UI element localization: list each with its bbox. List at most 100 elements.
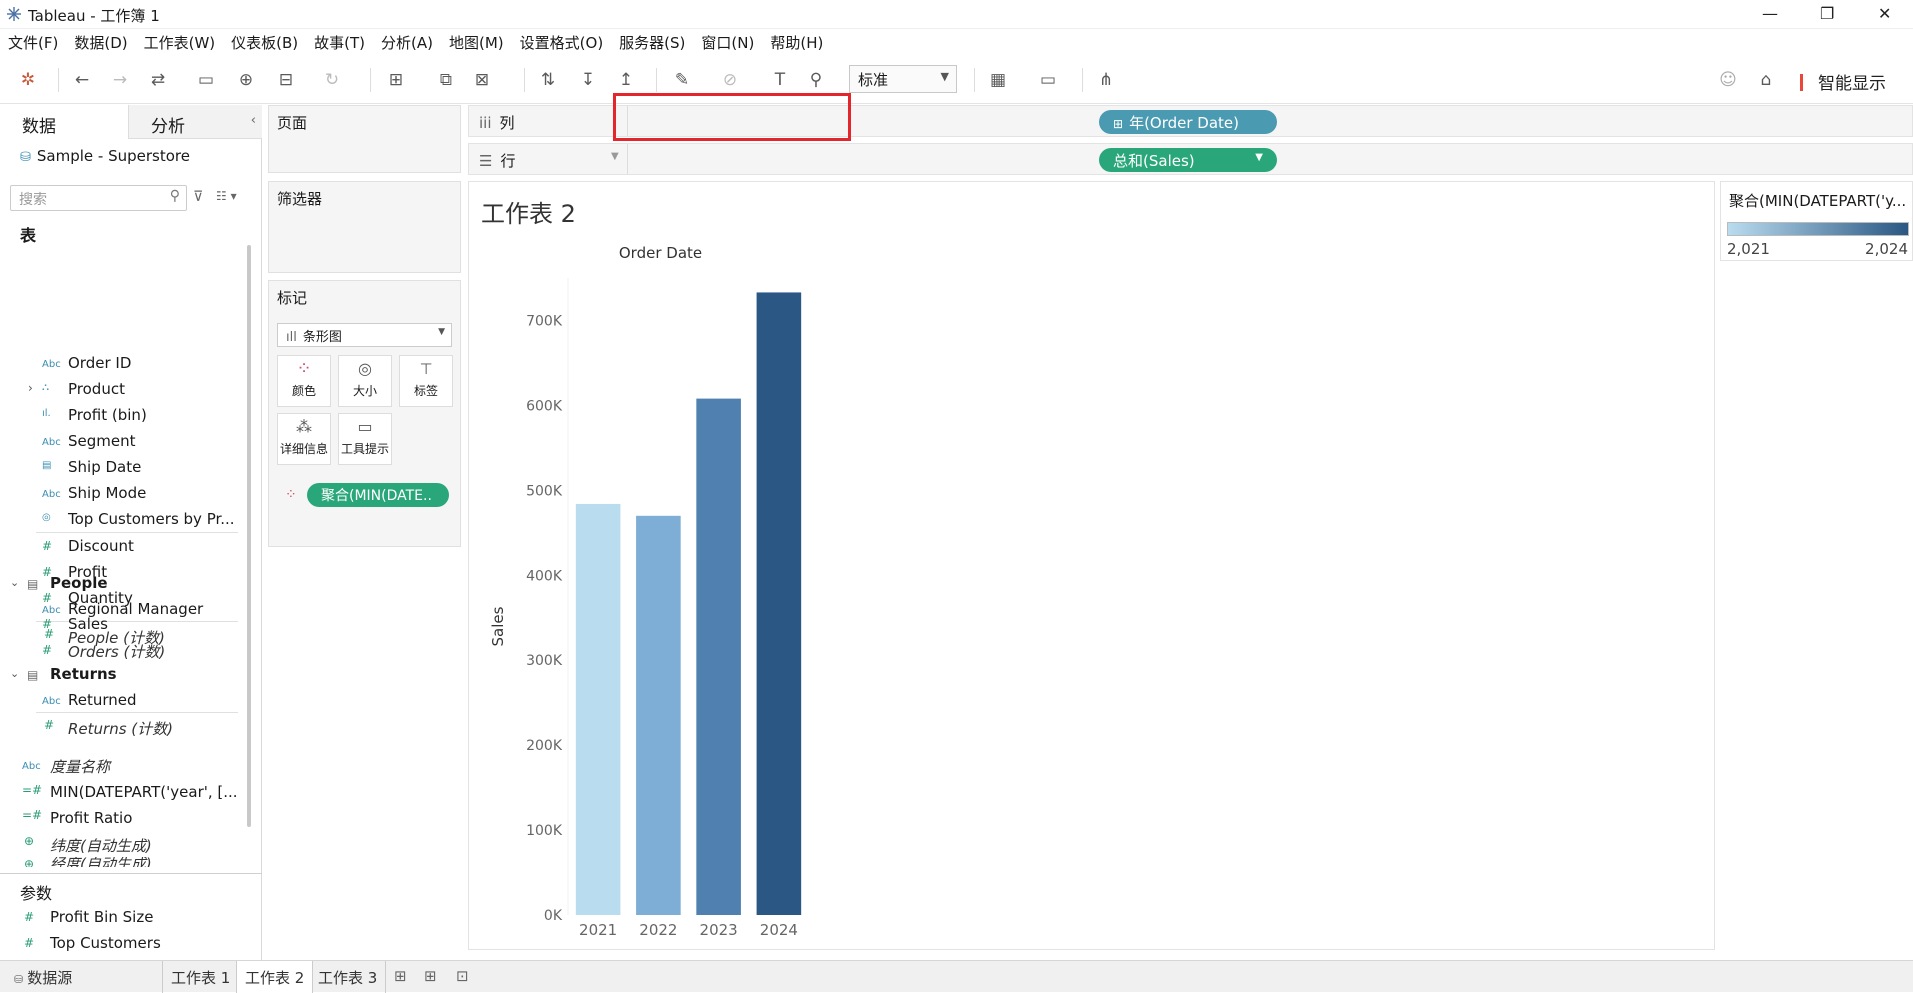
field-min-datepart[interactable]: MIN(DATEPART('year', [...	[50, 783, 238, 801]
menu-format[interactable]: 设置格式(O)	[512, 29, 612, 55]
collapse-pane-icon[interactable]: ‹	[251, 113, 256, 128]
param-profit-bin-size[interactable]: Profit Bin Size	[50, 908, 153, 926]
fix-axes-icon[interactable]: ⚲	[806, 70, 826, 90]
field-item[interactable]: Discount	[68, 537, 134, 555]
save-icon[interactable]: ▭	[196, 70, 216, 90]
menu-map[interactable]: 地图(M)	[441, 29, 512, 55]
field-item[interactable]: Quantity	[68, 589, 133, 607]
marks-size-button[interactable]: ◎ 大小	[338, 355, 392, 407]
marks-detail-button[interactable]: ⁂ 详细信息	[277, 413, 331, 465]
rows-shelf[interactable]: ☰ 行 ▼ 总和(Sales) ▼	[468, 143, 1913, 175]
filters-card[interactable]: 筛选器	[268, 181, 461, 273]
field-item[interactable]: Product	[68, 380, 125, 398]
param-top-customers[interactable]: Top Customers	[50, 934, 161, 952]
close-icon[interactable]: ✕	[1878, 4, 1891, 23]
marks-tooltip-label: 工具提示	[340, 442, 389, 456]
show-cards-icon[interactable]: ▦	[988, 70, 1008, 90]
field-profit-ratio[interactable]: Profit Ratio	[50, 809, 132, 827]
field-item[interactable]: Orders (计数)	[68, 641, 165, 662]
undo-icon[interactable]: ←	[72, 70, 92, 90]
refresh-icon[interactable]: ↻	[322, 70, 342, 90]
table-returns[interactable]: Returns	[50, 665, 117, 683]
new-datasource-icon[interactable]: ⊕	[236, 70, 256, 90]
show-labels-icon[interactable]: T	[770, 70, 790, 90]
group-members-icon[interactable]: ⊘	[720, 70, 740, 90]
columns-shelf-label: iii 列	[479, 112, 515, 133]
marks-color-button[interactable]: ⁘ 颜色	[277, 355, 331, 407]
swap-rows-columns-icon[interactable]: ⇅	[538, 70, 558, 90]
new-worksheet-icon[interactable]: ⊞	[386, 70, 406, 90]
chevron-down-icon[interactable]: ⌄	[10, 576, 19, 589]
filter-icon[interactable]: ⊽	[193, 189, 203, 205]
datasource-tab[interactable]: ⛁ 数据源	[6, 961, 80, 993]
smart-show-label: 智能显示	[1818, 74, 1886, 94]
menu-file[interactable]: 文件(F)	[0, 29, 66, 55]
tab-data[interactable]: 数据	[0, 105, 128, 139]
minimize-icon[interactable]: —	[1762, 4, 1778, 23]
view-options-icon[interactable]: ☷ ▾	[216, 189, 237, 203]
field-latitude[interactable]: 纬度(自动生成)	[50, 835, 152, 856]
field-item[interactable]: Top Customers by Pr...	[68, 510, 235, 528]
menu-analysis[interactable]: 分析(A)	[373, 29, 441, 55]
datasource-item[interactable]: ⛁ Sample - Superstore	[20, 147, 190, 165]
duplicate-sheet-icon[interactable]: ⧉	[436, 70, 456, 90]
menu-story[interactable]: 故事(T)	[306, 29, 373, 55]
field-item[interactable]: Profit (bin)	[68, 406, 147, 424]
pause-updates-icon[interactable]: ⊟	[276, 70, 296, 90]
menu-help[interactable]: 帮助(H)	[762, 29, 831, 55]
field-item[interactable]: Sales	[68, 615, 108, 633]
menu-dashboard[interactable]: 仪表板(B)	[223, 29, 306, 55]
pages-card[interactable]: 页面	[268, 105, 461, 173]
field-item[interactable]: Order ID	[68, 354, 131, 372]
sheet-tab-2[interactable]: 工作表 2	[236, 961, 314, 993]
smart-show-button[interactable]: 智能显示	[1800, 69, 1886, 94]
new-story-icon[interactable]: ⊡	[456, 967, 469, 985]
sort-descending-icon[interactable]: ↥	[616, 70, 636, 90]
field-measure-names[interactable]: 度量名称	[50, 756, 110, 777]
tableau-home-icon[interactable]: ✲	[18, 70, 38, 90]
menu-data[interactable]: 数据(D)	[66, 29, 135, 55]
highlight-icon[interactable]: ✎	[672, 70, 692, 90]
search-input[interactable]: 搜索 ⚲	[10, 185, 187, 211]
marks-tooltip-button[interactable]: ▭ 工具提示	[338, 413, 392, 465]
ask-data-icon[interactable]: ☺	[1718, 70, 1738, 90]
field-item[interactable]: Ship Mode	[68, 484, 146, 502]
bar-2021	[575, 503, 621, 915]
scrollbar[interactable]	[247, 245, 251, 827]
field-item[interactable]: Profit	[68, 563, 107, 581]
format-painter-icon[interactable]: ⌂	[1756, 70, 1776, 90]
color-legend[interactable]: 聚合(MIN(DATEPART('y... 2,021 2,024	[1720, 181, 1913, 261]
restore-icon[interactable]: ❐	[1820, 4, 1834, 23]
redo-icon[interactable]: →	[110, 70, 130, 90]
field-returns-count[interactable]: Returns (计数)	[68, 718, 173, 739]
x-tick-label: 2022	[639, 921, 677, 939]
new-dashboard-icon[interactable]: ⊞	[424, 967, 437, 985]
field-longitude[interactable]: 经度(自动生成)	[50, 857, 152, 867]
chevron-right-icon[interactable]: ›	[28, 381, 33, 395]
marks-label-button[interactable]: ⊤ 标签	[399, 355, 453, 407]
marks-color-pill[interactable]: 聚合(MIN(DATE..	[307, 483, 449, 507]
marks-label: 标记	[277, 289, 308, 307]
tab-analysis[interactable]: 分析 ‹	[128, 105, 262, 139]
columns-pill-year-order-date[interactable]: ⊞ 年(Order Date)	[1099, 110, 1277, 134]
mark-type-select[interactable]: ıll 条形图 ▼	[277, 323, 452, 347]
fit-select[interactable]: 标准 ▼	[849, 65, 957, 93]
new-worksheet-icon[interactable]: ⊞	[394, 967, 407, 985]
field-returned[interactable]: Returned	[68, 691, 137, 709]
sort-ascending-icon[interactable]: ↧	[578, 70, 598, 90]
replay-icon[interactable]: ⇄	[148, 70, 168, 90]
presentation-mode-icon[interactable]: ▭	[1038, 70, 1058, 90]
bar-2023	[696, 398, 741, 915]
sheet-tab-3[interactable]: 工作表 3	[310, 961, 387, 993]
clear-sheet-icon[interactable]: ⊠	[472, 70, 492, 90]
menu-server[interactable]: 服务器(S)	[611, 29, 693, 55]
field-item[interactable]: Ship Date	[68, 458, 141, 476]
menu-worksheet[interactable]: 工作表(W)	[136, 29, 224, 55]
share-icon[interactable]: ⋔	[1096, 70, 1116, 90]
menu-window[interactable]: 窗口(N)	[693, 29, 762, 55]
chevron-down-icon[interactable]: ▼	[611, 151, 619, 162]
sheet-tab-1[interactable]: 工作表 1	[162, 961, 238, 993]
field-item[interactable]: Segment	[68, 432, 136, 450]
rows-pill-sum-sales[interactable]: 总和(Sales) ▼	[1099, 148, 1277, 172]
chevron-down-icon[interactable]: ⌄	[10, 667, 19, 680]
